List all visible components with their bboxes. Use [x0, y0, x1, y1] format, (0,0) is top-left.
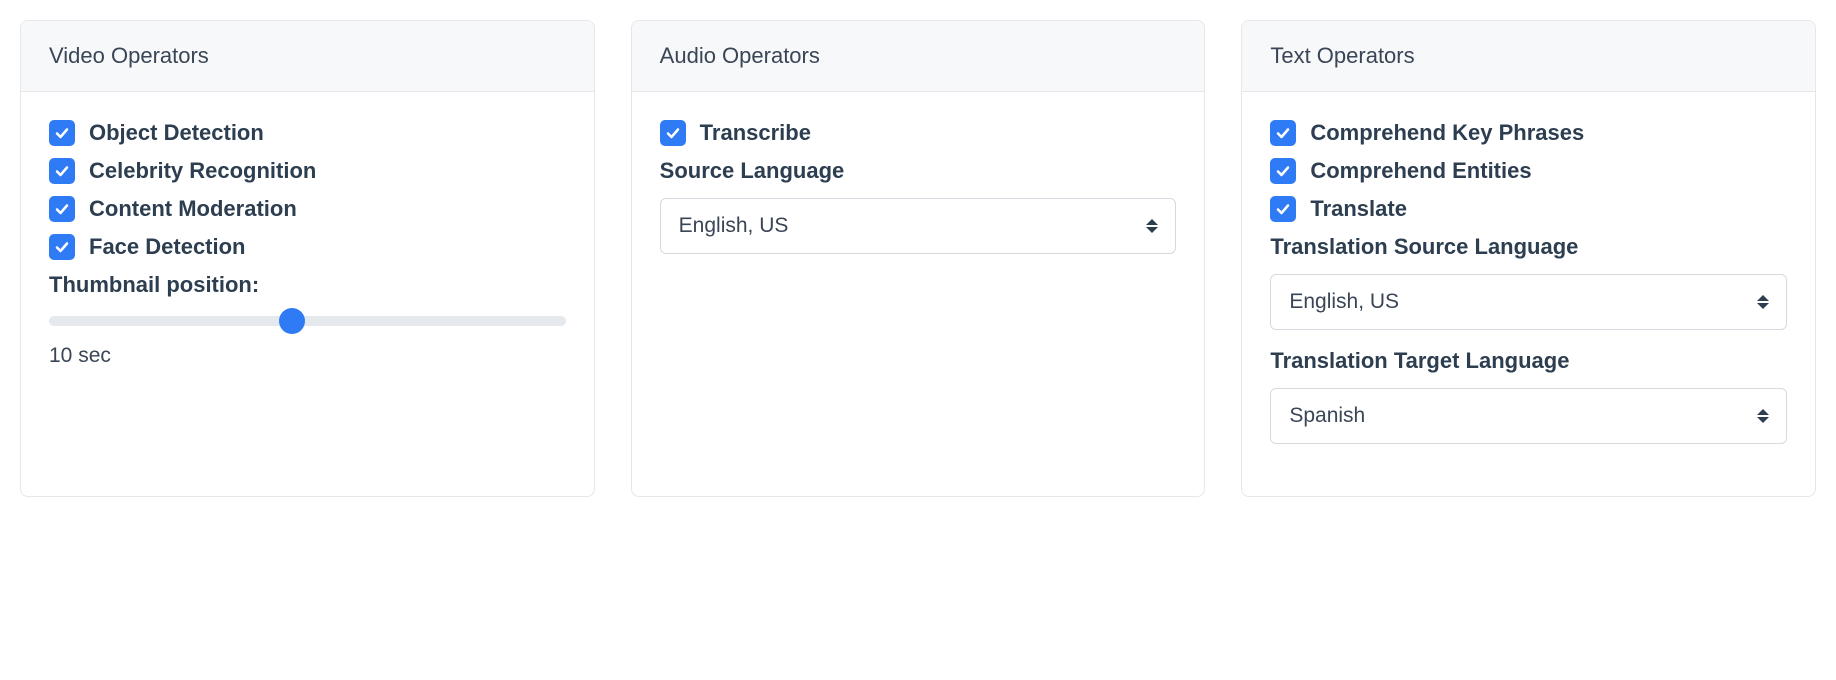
object-detection-checkbox[interactable]: [49, 120, 75, 146]
comprehend-key-phrases-label: Comprehend Key Phrases: [1310, 120, 1584, 146]
translate-checkbox[interactable]: [1270, 196, 1296, 222]
source-language-label: Source Language: [660, 158, 1177, 184]
content-moderation-label: Content Moderation: [89, 196, 297, 222]
celebrity-recognition-label: Celebrity Recognition: [89, 158, 316, 184]
operators-container: Video Operators Object Detection Celebri…: [20, 20, 1816, 497]
source-language-select[interactable]: English, US: [660, 198, 1177, 254]
content-moderation-row: Content Moderation: [49, 196, 566, 222]
celebrity-recognition-checkbox[interactable]: [49, 158, 75, 184]
translation-source-select[interactable]: English, US: [1270, 274, 1787, 330]
video-card-body: Object Detection Celebrity Recognition C…: [21, 92, 594, 496]
text-card-title: Text Operators: [1242, 21, 1815, 92]
thumbnail-slider-track[interactable]: [49, 316, 566, 326]
thumbnail-slider-thumb[interactable]: [279, 308, 305, 334]
source-language-select-wrap: English, US: [660, 198, 1177, 254]
translation-target-select-wrap: Spanish: [1270, 388, 1787, 444]
translation-target-value: Spanish: [1289, 404, 1365, 428]
transcribe-label: Transcribe: [700, 120, 811, 146]
translate-label: Translate: [1310, 196, 1407, 222]
check-icon: [1275, 163, 1291, 179]
audio-card-body: Transcribe Source Language English, US: [632, 92, 1205, 496]
thumbnail-slider-value: 10 sec: [49, 344, 566, 368]
check-icon: [54, 239, 70, 255]
celebrity-recognition-row: Celebrity Recognition: [49, 158, 566, 184]
translation-target-label: Translation Target Language: [1270, 348, 1787, 374]
check-icon: [665, 125, 681, 141]
translation-source-label: Translation Source Language: [1270, 234, 1787, 260]
translate-row: Translate: [1270, 196, 1787, 222]
content-moderation-checkbox[interactable]: [49, 196, 75, 222]
object-detection-row: Object Detection: [49, 120, 566, 146]
face-detection-row: Face Detection: [49, 234, 566, 260]
comprehend-entities-checkbox[interactable]: [1270, 158, 1296, 184]
source-language-value: English, US: [679, 214, 789, 238]
check-icon: [54, 201, 70, 217]
translation-source-value: English, US: [1289, 290, 1399, 314]
translation-source-select-wrap: English, US: [1270, 274, 1787, 330]
comprehend-key-phrases-checkbox[interactable]: [1270, 120, 1296, 146]
face-detection-label: Face Detection: [89, 234, 246, 260]
comprehend-entities-row: Comprehend Entities: [1270, 158, 1787, 184]
comprehend-key-phrases-row: Comprehend Key Phrases: [1270, 120, 1787, 146]
check-icon: [1275, 201, 1291, 217]
check-icon: [54, 163, 70, 179]
video-operators-card: Video Operators Object Detection Celebri…: [20, 20, 595, 497]
audio-card-title: Audio Operators: [632, 21, 1205, 92]
check-icon: [54, 125, 70, 141]
object-detection-label: Object Detection: [89, 120, 264, 146]
text-card-body: Comprehend Key Phrases Comprehend Entiti…: [1242, 92, 1815, 496]
translation-target-select[interactable]: Spanish: [1270, 388, 1787, 444]
transcribe-checkbox[interactable]: [660, 120, 686, 146]
comprehend-entities-label: Comprehend Entities: [1310, 158, 1531, 184]
audio-operators-card: Audio Operators Transcribe Source Langua…: [631, 20, 1206, 497]
thumbnail-position-label: Thumbnail position:: [49, 272, 566, 298]
face-detection-checkbox[interactable]: [49, 234, 75, 260]
video-card-title: Video Operators: [21, 21, 594, 92]
check-icon: [1275, 125, 1291, 141]
thumbnail-slider-wrap: [49, 316, 566, 326]
text-operators-card: Text Operators Comprehend Key Phrases Co…: [1241, 20, 1816, 497]
transcribe-row: Transcribe: [660, 120, 1177, 146]
